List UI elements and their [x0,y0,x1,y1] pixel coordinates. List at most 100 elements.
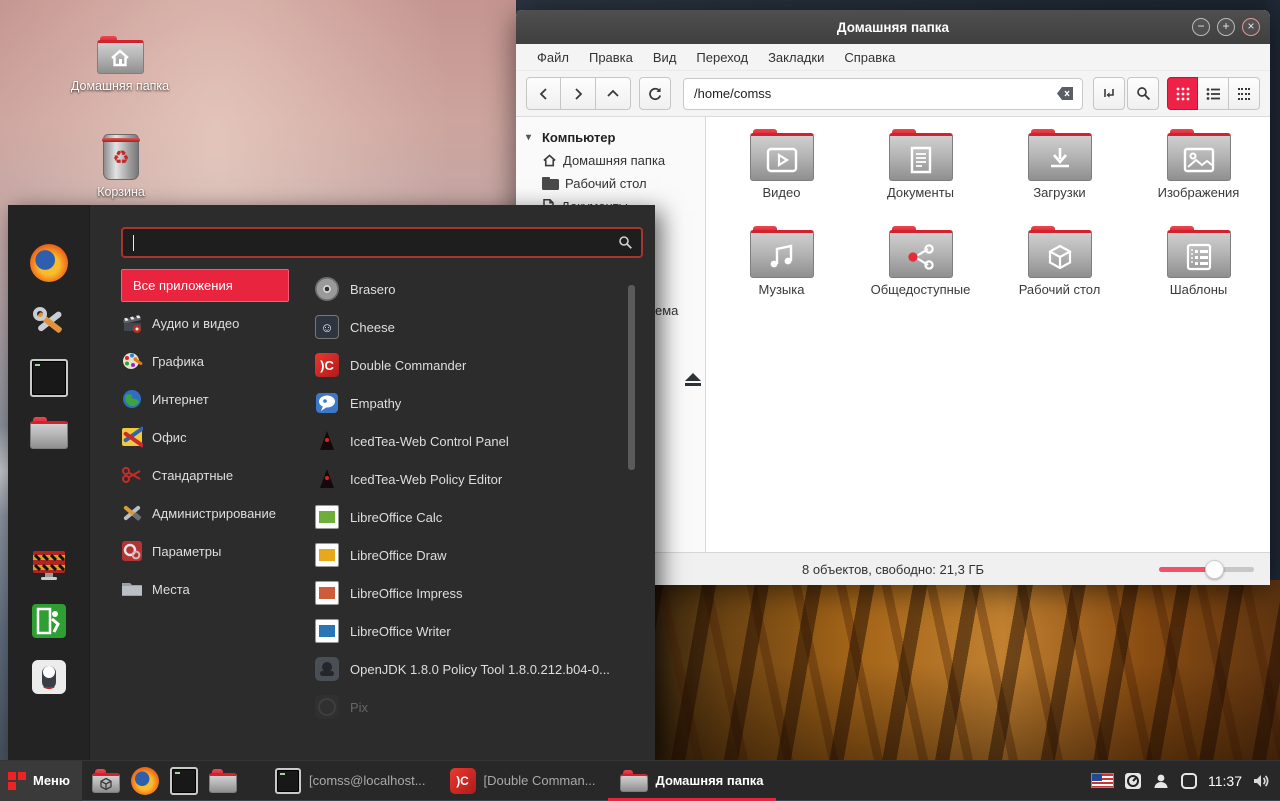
path-input[interactable] [694,86,1057,101]
notifications-icon[interactable] [1180,772,1198,790]
file-view[interactable]: Видео Документы [706,117,1270,552]
folder-item-video[interactable]: Видео [722,129,842,226]
removable-media-icon[interactable] [1124,772,1142,790]
menu-help[interactable]: Справка [835,46,904,69]
app-openjdk-policy-tool[interactable]: OpenJDK 1.8.0 Policy Tool 1.8.0.212.b04-… [315,650,615,688]
category-graphics[interactable]: Графика [121,346,301,376]
zoom-slider[interactable] [1159,567,1254,572]
trash-rim [102,138,140,142]
menu-bookmarks[interactable]: Закладки [759,46,833,69]
keyboard-layout-us-flag[interactable] [1091,773,1114,788]
up-button[interactable] [596,77,631,110]
user-applet-icon[interactable] [1152,772,1170,790]
video-emblem-icon [766,147,798,173]
app-double-commander[interactable]: )C Double Commander [315,346,615,384]
search-button[interactable] [1127,77,1159,110]
cube-emblem-icon [1046,243,1074,271]
firefox-launcher-icon[interactable] [131,767,159,795]
app-list-scrollbar[interactable] [628,285,635,470]
forward-button[interactable] [561,77,596,110]
minimize-button[interactable]: − [1192,18,1210,36]
category-internet[interactable]: Интернет [121,384,301,414]
task-home-folder[interactable]: Домашняя папка [608,761,776,801]
folder-item-music[interactable]: Музыка [722,226,842,323]
wallpaper-top-strip [516,0,1280,10]
expander-icon[interactable]: ▾ [526,132,536,143]
category-places[interactable]: Места [121,574,301,604]
back-button[interactable] [526,77,561,110]
firefox-icon[interactable] [30,244,68,282]
list-view-button[interactable] [1198,77,1229,110]
folder-icon [889,226,953,278]
folder-item-pictures[interactable]: Изображения [1139,129,1259,226]
category-administration[interactable]: Администрирование [121,498,301,528]
app-libreoffice-draw[interactable]: LibreOffice Draw [315,536,615,574]
app-pix[interactable]: Pix [315,688,615,726]
eject-button[interactable] [684,373,702,387]
tools-icon[interactable] [30,303,68,341]
app-icedtea-policy-editor[interactable]: IcedTea-Web Policy Editor [315,460,615,498]
brasero-icon [315,277,339,301]
edit-location-button[interactable] [1093,77,1125,110]
folder-item-desktop[interactable]: Рабочий стол [1000,226,1120,323]
menubar: Файл Правка Вид Переход Закладки Справка [516,44,1270,71]
home-folder-icon [97,36,144,74]
menu-file[interactable]: Файл [528,46,578,69]
folder-item-documents[interactable]: Документы [861,129,981,226]
eject-icon [685,373,701,381]
terminal-icon[interactable] [30,359,68,397]
music-emblem-icon [768,243,796,271]
logout-icon[interactable] [30,602,68,640]
empathy-icon [315,391,339,415]
home-icon [542,153,557,168]
desktop-icon-trash[interactable]: ♻ Корзина [78,134,164,199]
folder-item-downloads[interactable]: Загрузки [1000,129,1120,226]
category-office[interactable]: Офис [121,422,301,452]
category-preferences[interactable]: Параметры [121,536,301,566]
menu-go[interactable]: Переход [687,46,757,69]
search-input[interactable] [134,235,618,250]
sidebar-filesystem-fragment[interactable]: ема [655,303,678,318]
app-brasero[interactable]: Brasero [315,270,615,308]
files-icon[interactable] [30,417,68,449]
folder-item-public[interactable]: Общедоступные [861,226,981,323]
volume-icon[interactable] [1252,772,1270,790]
desktop-icon-home[interactable]: Домашняя папка [72,36,168,93]
search-box[interactable] [121,227,643,258]
menu-edit[interactable]: Правка [580,46,642,69]
refresh-button[interactable] [639,77,671,110]
icon-view-button[interactable] [1167,77,1198,110]
files-launcher-icon[interactable] [209,769,237,793]
category-audio-video[interactable]: Аудио и видео [121,308,301,338]
app-libreoffice-calc[interactable]: LibreOffice Calc [315,498,615,536]
compact-view-button[interactable] [1229,77,1260,110]
location-bar[interactable] [683,78,1083,110]
category-accessories[interactable]: Стандартные [121,460,301,490]
category-all-apps[interactable]: Все приложения [121,269,289,302]
close-button[interactable]: × [1242,18,1260,36]
app-libreoffice-writer[interactable]: LibreOffice Writer [315,612,615,650]
titlebar[interactable]: Домашняя папка − + × [516,10,1270,44]
clear-path-icon[interactable] [1057,87,1074,100]
task-terminal[interactable]: [comss@localhost... [263,761,438,801]
clock[interactable]: 11:37 [1208,773,1242,789]
app-label: Cheese [350,320,395,335]
shutdown-icon[interactable] [30,658,68,696]
menu-button[interactable]: Меню [0,761,82,801]
app-empathy[interactable]: Empathy [315,384,615,422]
show-desktop-icon[interactable] [92,769,120,793]
app-cheese[interactable]: ☺ Cheese [315,308,615,346]
lock-screen-icon[interactable] [30,546,68,584]
menu-view[interactable]: Вид [644,46,686,69]
app-icedtea-control-panel[interactable]: IcedTea-Web Control Panel [315,422,615,460]
cheese-icon: ☺ [315,315,339,339]
maximize-button[interactable]: + [1217,18,1235,36]
sidebar-desktop[interactable]: Рабочий стол [516,172,705,195]
zoom-slider-handle[interactable] [1205,560,1224,579]
folder-item-templates[interactable]: Шаблоны [1139,226,1259,323]
sidebar-home[interactable]: Домашняя папка [516,149,705,172]
terminal-launcher-icon[interactable] [170,767,198,795]
sidebar-computer[interactable]: ▾ Компьютер [516,126,705,149]
task-double-commander[interactable]: )C [Double Comman... [438,761,608,801]
app-libreoffice-impress[interactable]: LibreOffice Impress [315,574,615,612]
